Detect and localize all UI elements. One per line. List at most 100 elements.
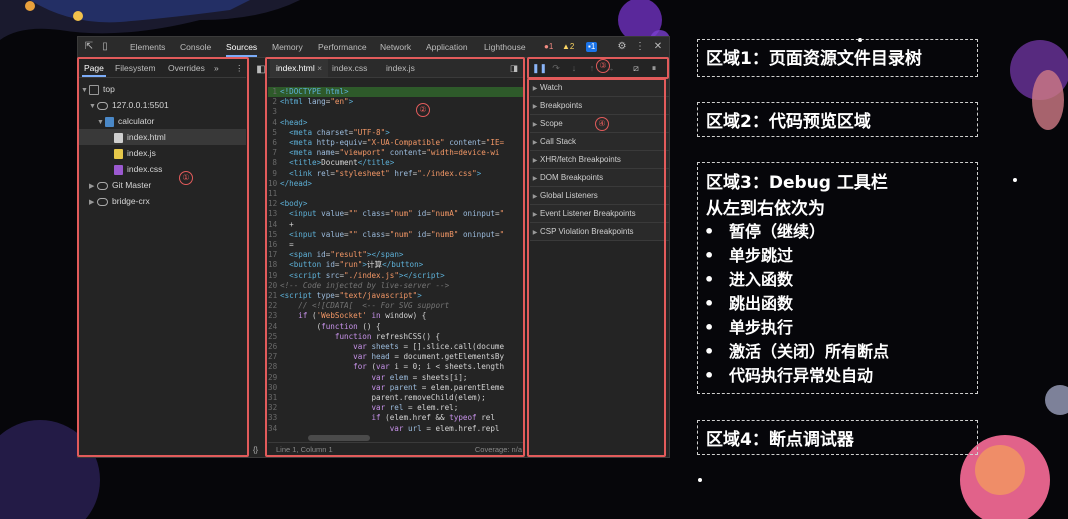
section-global-listeners[interactable]: ▶ Global Listeners bbox=[530, 187, 669, 205]
pause-on-exceptions-icon[interactable]: ⏸ bbox=[648, 62, 660, 74]
code-line: 8 <title>Document</title> bbox=[272, 158, 395, 168]
area1-marker: ① bbox=[179, 171, 193, 185]
note-area4: 区域4：断点调试器 bbox=[697, 420, 978, 455]
toggle-debugger-icon[interactable]: ◨ bbox=[510, 59, 518, 77]
section-breakpoints[interactable]: ▶ Breakpoints bbox=[530, 97, 669, 115]
area3-marker: ③ bbox=[596, 59, 610, 73]
tree-item-index-css[interactable]: index.css bbox=[114, 161, 162, 177]
list-item: 单步跳过 bbox=[698, 244, 977, 268]
code-line: 11 bbox=[268, 189, 278, 198]
expand-arrow-icon: ▼ bbox=[89, 103, 96, 110]
list-item: 跳出函数 bbox=[698, 292, 977, 316]
code-line: 2 <html lang="en"> bbox=[272, 97, 354, 107]
tab-sources[interactable]: Sources bbox=[226, 37, 258, 57]
tab-page[interactable]: Page bbox=[82, 59, 106, 77]
expand-arrow-icon: ▶ bbox=[532, 176, 538, 182]
tree-item-label: bridge-crx bbox=[112, 196, 150, 206]
more-vertical-icon[interactable]: ⋮ bbox=[634, 41, 646, 53]
code-line: 34 var url = elem.href.repl bbox=[268, 423, 500, 433]
folder-icon bbox=[105, 116, 114, 127]
cloud-icon bbox=[97, 197, 108, 206]
tree-item-index-js[interactable]: index.js bbox=[114, 145, 156, 161]
navigator-tabs: Page Filesystem Overrides » ⋮ bbox=[79, 59, 246, 78]
list-item: 进入函数 bbox=[698, 268, 977, 292]
cloud-icon bbox=[97, 101, 108, 110]
pause-icon[interactable]: ❚❚ bbox=[532, 62, 547, 74]
more-tabs-button[interactable]: » bbox=[214, 59, 219, 77]
editor-tabs: index.html × index.css index.js ◨ bbox=[268, 59, 524, 78]
section-dom-breakpoints[interactable]: ▶ DOM Breakpoints bbox=[530, 169, 669, 187]
message-badge[interactable]: ▪1 bbox=[586, 42, 598, 52]
tab-lighthouse[interactable]: Lighthouse bbox=[484, 37, 526, 57]
warning-badge[interactable]: ▲2 bbox=[560, 42, 576, 52]
tree-item-git-master[interactable]: ▶ Git Master bbox=[89, 177, 151, 193]
code-line: 33 if (elem.href && typeof rel bbox=[268, 413, 495, 423]
tab-filesystem[interactable]: Filesystem bbox=[115, 59, 156, 77]
tree-item-label: 127.0.0.1:5501 bbox=[112, 100, 169, 110]
settings-gear-icon[interactable]: ⚙ bbox=[616, 41, 628, 53]
devtools-window: ⇱ ▯ Elements Console Sources Memory Perf… bbox=[77, 36, 670, 458]
step-into-icon[interactable]: ↓ bbox=[568, 62, 580, 74]
tab-console[interactable]: Console bbox=[180, 37, 211, 57]
tab-application[interactable]: Application bbox=[426, 37, 468, 57]
tree-item-bridge-crx[interactable]: ▶ bridge-crx bbox=[89, 193, 150, 209]
code-line: 4 <head> bbox=[272, 117, 308, 127]
toggle-navigator-icon[interactable]: ◧ bbox=[255, 64, 267, 76]
code-editor-panel: index.html × index.css index.js ◨ 1 <!DOC… bbox=[253, 59, 524, 457]
frame-icon bbox=[89, 84, 99, 95]
editor-tab-index-html[interactable]: index.html × bbox=[270, 59, 329, 77]
tab-performance[interactable]: Performance bbox=[318, 37, 367, 57]
note-area1-text: 区域1：页面资源文件目录树 bbox=[706, 49, 922, 69]
format-button[interactable]: {} bbox=[253, 443, 258, 457]
tree-item-host[interactable]: ▼ 127.0.0.1:5501 bbox=[89, 97, 169, 113]
tree-item-index-html[interactable]: index.html bbox=[79, 129, 246, 145]
code-line: 7 <meta name="viewport" content="width=d… bbox=[272, 148, 500, 158]
deactivate-breakpoints-icon[interactable]: ⧄ bbox=[630, 62, 642, 74]
section-xhr-breakpoints[interactable]: ▶ XHR/fetch Breakpoints bbox=[530, 151, 669, 169]
editor-tab-label: index.html bbox=[276, 63, 315, 73]
tab-memory[interactable]: Memory bbox=[272, 37, 303, 57]
code-line: 23 if ('WebSocket' in window) { bbox=[268, 311, 427, 321]
warning-count: 2 bbox=[569, 42, 575, 51]
tab-network[interactable]: Network bbox=[380, 37, 411, 57]
close-icon[interactable]: ✕ bbox=[652, 41, 664, 53]
inspect-element-icon[interactable]: ⇱ bbox=[83, 41, 95, 53]
tab-elements[interactable]: Elements bbox=[130, 37, 165, 57]
code-line: 27 var head = document.getElementsBy bbox=[268, 352, 505, 362]
section-label: Watch bbox=[540, 83, 563, 92]
horizontal-scrollbar[interactable] bbox=[308, 435, 370, 441]
section-watch[interactable]: ▶ Watch bbox=[530, 79, 669, 97]
code-line: 24 (function () { bbox=[268, 321, 381, 331]
more-vertical-icon[interactable]: ⋮ bbox=[235, 59, 244, 77]
section-label: Global Listeners bbox=[540, 191, 598, 200]
expand-arrow-icon: ▶ bbox=[532, 158, 538, 164]
expand-arrow-icon: ▶ bbox=[532, 230, 538, 236]
code-line: 31 parent.removeChild(elem); bbox=[268, 393, 486, 402]
area4-marker: ④ bbox=[595, 117, 609, 131]
tree-item-top[interactable]: ▼ top bbox=[81, 81, 115, 97]
code-line: 5 <meta charset="UTF-8"> bbox=[272, 127, 390, 137]
code-preview[interactable]: 1 <!DOCTYPE html> 2 <html lang="en"> 3 4 <h… bbox=[268, 87, 524, 439]
tree-item-label: top bbox=[103, 84, 115, 94]
expand-arrow-icon: ▶ bbox=[532, 140, 538, 146]
device-toolbar-icon[interactable]: ▯ bbox=[99, 41, 111, 53]
editor-tab-index-css[interactable]: index.css bbox=[332, 59, 367, 77]
step-over-icon[interactable]: ↷ bbox=[550, 62, 562, 74]
expand-arrow-icon: ▶ bbox=[532, 212, 538, 218]
error-count: 1 bbox=[548, 42, 554, 51]
section-csp-violation-breakpoints[interactable]: ▶ CSP Violation Breakpoints bbox=[530, 223, 669, 241]
tree-item-label: calculator bbox=[118, 116, 155, 126]
code-line: 6 <meta http-equiv="X-UA-Compatible" con… bbox=[272, 138, 505, 147]
section-label: CSP Violation Breakpoints bbox=[540, 227, 634, 236]
note-area4-text: 区域4：断点调试器 bbox=[706, 430, 854, 450]
close-tab-icon[interactable]: × bbox=[317, 63, 322, 73]
expand-arrow-icon: ▶ bbox=[532, 122, 538, 128]
tree-item-calculator[interactable]: ▼ calculator bbox=[97, 113, 154, 129]
error-badge[interactable]: ●1 bbox=[542, 42, 555, 52]
section-call-stack[interactable]: ▶ Call Stack bbox=[530, 133, 669, 151]
section-label: Scope bbox=[540, 119, 563, 128]
editor-tab-index-js[interactable]: index.js bbox=[386, 59, 415, 77]
devtools-toolbar: ⇱ ▯ Elements Console Sources Memory Perf… bbox=[78, 37, 669, 58]
section-event-listener-breakpoints[interactable]: ▶ Event Listener Breakpoints bbox=[530, 205, 669, 223]
tab-overrides[interactable]: Overrides bbox=[168, 59, 205, 77]
